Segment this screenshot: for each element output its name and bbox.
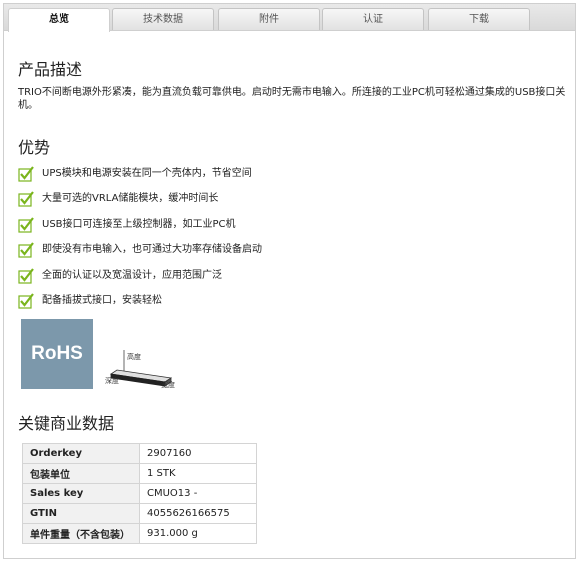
advantage-text: USB接口可连接至上级控制器，如工业PC机 bbox=[42, 218, 236, 230]
tab-overview[interactable]: 总览 bbox=[8, 8, 110, 32]
list-item: 配备插拔式接口，安装轻松 bbox=[18, 291, 262, 316]
advantages-heading: 优势 bbox=[18, 138, 51, 157]
list-item: 全面的认证以及宽温设计，应用范围广泛 bbox=[18, 266, 262, 291]
checkmark-icon bbox=[18, 293, 34, 309]
checkmark-icon bbox=[18, 191, 34, 207]
key-data-table: Orderkey 2907160 包装单位 1 STK Sales key CM… bbox=[22, 443, 257, 544]
key-data-heading: 关键商业数据 bbox=[18, 414, 115, 433]
key-cell: Sales key bbox=[22, 483, 140, 504]
checkmark-icon bbox=[18, 166, 34, 182]
value-cell: 4055626166575 bbox=[139, 503, 257, 524]
width-label: 宽度 bbox=[161, 381, 175, 389]
value-cell: 1 STK bbox=[139, 463, 257, 484]
advantage-text: 配备插拔式接口，安装轻松 bbox=[42, 294, 162, 306]
checkmark-icon bbox=[18, 217, 34, 233]
tab-technical-data[interactable]: 技术数据 bbox=[112, 8, 214, 30]
table-row: 单件重量（不含包装） 931.000 g bbox=[22, 523, 257, 544]
table-row: 包装单位 1 STK bbox=[22, 463, 257, 484]
value-cell: 931.000 g bbox=[139, 523, 257, 544]
dimensions-icon: 高度 深度 宽度 bbox=[105, 348, 185, 392]
table-row: GTIN 4055626166575 bbox=[22, 503, 257, 524]
list-item: 大量可选的VRLA储能模块，缓冲时间长 bbox=[18, 189, 262, 214]
product-panel: 总览 技术数据 附件 认证 下载 产品描述 TRIO不间断电源外形紧凑，能为直流… bbox=[3, 3, 576, 559]
description-text: TRIO不间断电源外形紧凑，能为直流负载可靠供电。启动时无需市电输入。所连接的工… bbox=[18, 87, 566, 111]
table-row: Orderkey 2907160 bbox=[22, 443, 257, 464]
tab-downloads[interactable]: 下载 bbox=[428, 8, 530, 30]
advantage-text: UPS模块和电源安装在同一个壳体内，节省空间 bbox=[42, 168, 252, 179]
checkmark-icon bbox=[18, 242, 34, 258]
advantage-text: 大量可选的VRLA储能模块，缓冲时间长 bbox=[42, 193, 219, 205]
value-cell: 2907160 bbox=[139, 443, 257, 464]
advantages-list: UPS模块和电源安装在同一个壳体内，节省空间 大量可选的VRLA储能模块，缓冲时… bbox=[18, 164, 262, 316]
key-cell: Orderkey bbox=[22, 443, 140, 464]
height-label: 高度 bbox=[127, 353, 141, 361]
tab-bar: 总览 技术数据 附件 认证 下载 bbox=[4, 4, 575, 32]
tab-accessories[interactable]: 附件 bbox=[218, 8, 320, 30]
key-cell: GTIN bbox=[22, 503, 140, 524]
value-cell: CMUO13 - bbox=[139, 483, 257, 504]
table-row: Sales key CMUO13 - bbox=[22, 483, 257, 504]
description-heading: 产品描述 bbox=[18, 60, 83, 79]
tab-approvals[interactable]: 认证 bbox=[322, 8, 424, 30]
rohs-badge: RoHS bbox=[21, 319, 93, 389]
advantage-text: 即使没有市电输入，也可通过大功率存储设备启动 bbox=[42, 244, 262, 256]
advantage-text: 全面的认证以及宽温设计，应用范围广泛 bbox=[42, 269, 222, 281]
list-item: 即使没有市电输入，也可通过大功率存储设备启动 bbox=[18, 240, 262, 265]
checkmark-icon bbox=[18, 267, 34, 284]
key-cell: 包装单位 bbox=[22, 463, 140, 484]
depth-label: 深度 bbox=[105, 377, 119, 385]
list-item: UPS模块和电源安装在同一个壳体内，节省空间 bbox=[18, 164, 262, 189]
list-item: USB接口可连接至上级控制器，如工业PC机 bbox=[18, 215, 262, 240]
key-cell: 单件重量（不含包装） bbox=[22, 523, 140, 544]
